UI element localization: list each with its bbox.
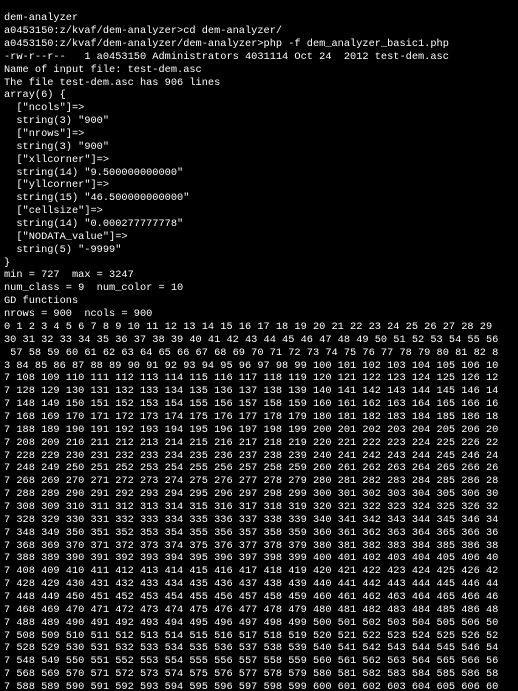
output-line: 7 188 189 190 191 192 193 194 195 196 19… bbox=[4, 424, 514, 437]
output-line: 7 208 209 210 211 212 213 214 215 216 21… bbox=[4, 437, 514, 450]
output-line: 7 268 269 270 271 272 273 274 275 276 27… bbox=[4, 475, 514, 488]
output-line: a0453150:z/kvaf/dem-analyzer>cd dem-anal… bbox=[4, 25, 514, 38]
output-line: 7 168 169 170 171 172 173 174 175 176 17… bbox=[4, 411, 514, 424]
output-line: dem-analyzer bbox=[4, 12, 514, 25]
output-line: 7 288 289 290 291 292 293 294 295 296 29… bbox=[4, 488, 514, 501]
output-line: array(6) { bbox=[4, 89, 514, 102]
output-line: 7 388 389 390 391 392 393 394 395 396 39… bbox=[4, 552, 514, 565]
output-line: string(14) "0.000277777778" bbox=[4, 218, 514, 231]
output-line: 7 328 329 330 331 332 333 334 335 336 33… bbox=[4, 514, 514, 527]
output-line: string(3) "900" bbox=[4, 141, 514, 154]
output-line: 7 128 129 130 131 132 133 134 135 136 13… bbox=[4, 385, 514, 398]
output-line: 7 468 469 470 471 472 473 474 475 476 47… bbox=[4, 604, 514, 617]
output-line: 7 368 369 370 371 372 373 374 375 376 37… bbox=[4, 540, 514, 553]
output-line: 7 348 349 350 351 352 353 354 355 356 35… bbox=[4, 527, 514, 540]
output-line: ["ncols"]=> bbox=[4, 102, 514, 115]
output-line: string(3) "900" bbox=[4, 115, 514, 128]
output-line: GD functions bbox=[4, 295, 514, 308]
output-line: 7 148 149 150 151 152 153 154 155 156 15… bbox=[4, 398, 514, 411]
output-line: 7 408 409 410 411 412 413 414 415 416 41… bbox=[4, 565, 514, 578]
output-line: nrows = 900 ncols = 900 bbox=[4, 308, 514, 321]
output-line: ["cellsize"]=> bbox=[4, 205, 514, 218]
output-line: 7 508 509 510 511 512 513 514 515 516 51… bbox=[4, 630, 514, 643]
output-line: -rw-r--r-- 1 a0453150 Administrators 403… bbox=[4, 51, 514, 64]
output-line: ["nrows"]=> bbox=[4, 128, 514, 141]
output-line: string(15) "46.500000000000" bbox=[4, 192, 514, 205]
output-line: 7 528 529 530 531 532 533 534 535 536 53… bbox=[4, 642, 514, 655]
output-line: ["NODATA_value"]=> bbox=[4, 231, 514, 244]
output-line: 0 1 2 3 4 5 6 7 8 9 10 11 12 13 14 15 16… bbox=[4, 321, 514, 334]
output-line: 30 31 32 33 34 35 36 37 38 39 40 41 42 4… bbox=[4, 334, 514, 347]
output-line: 7 588 589 590 591 592 593 594 595 596 59… bbox=[4, 681, 514, 691]
output-line: 3 84 85 86 87 88 89 90 91 92 93 94 95 96… bbox=[4, 360, 514, 373]
output-line: string(14) "9.500000000000" bbox=[4, 167, 514, 180]
output-line: 7 308 309 310 311 312 313 314 315 316 31… bbox=[4, 501, 514, 514]
output-line: 7 448 449 450 451 452 453 454 455 456 45… bbox=[4, 591, 514, 604]
output-line: ["xllcorner"]=> bbox=[4, 154, 514, 167]
output-line: 7 108 109 110 111 112 113 114 115 116 11… bbox=[4, 372, 514, 385]
output-line: 7 548 549 550 551 552 553 554 555 556 55… bbox=[4, 655, 514, 668]
output-line: num_class = 9 num_color = 10 bbox=[4, 282, 514, 295]
output-line: string(5) "-9999" bbox=[4, 244, 514, 257]
output-line: a0453150:z/kvaf/dem-analyzer/dem-analyze… bbox=[4, 38, 514, 51]
output-line: min = 727 max = 3247 bbox=[4, 269, 514, 282]
output-line: } bbox=[4, 257, 514, 270]
output-line: 7 568 569 570 571 572 573 574 575 576 57… bbox=[4, 668, 514, 681]
output-line: 57 58 59 60 61 62 63 64 65 66 67 68 69 7… bbox=[4, 347, 514, 360]
output-line: 7 428 429 430 431 432 433 434 435 436 43… bbox=[4, 578, 514, 591]
output-line: 7 488 489 490 491 492 493 494 495 496 49… bbox=[4, 617, 514, 630]
output-line: The file test-dem.asc has 906 lines bbox=[4, 77, 514, 90]
output-line: Name of input file: test-dem.asc bbox=[4, 64, 514, 77]
output-line: ["yllcorner"]=> bbox=[4, 179, 514, 192]
output-line: 7 228 229 230 231 232 233 234 235 236 23… bbox=[4, 450, 514, 463]
output-line: 7 248 249 250 251 252 253 254 255 256 25… bbox=[4, 462, 514, 475]
terminal-output[interactable]: dem-analyzera0453150:z/kvaf/dem-analyzer… bbox=[0, 10, 518, 691]
